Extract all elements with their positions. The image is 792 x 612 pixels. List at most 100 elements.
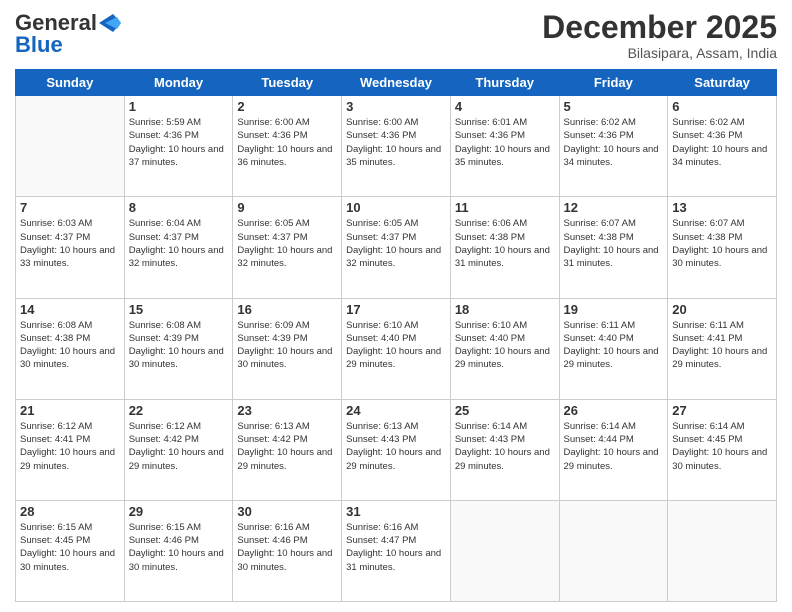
- day-info: Sunrise: 6:10 AM Sunset: 4:40 PM Dayligh…: [346, 319, 446, 372]
- day-number: 4: [455, 99, 555, 114]
- day-number: 5: [564, 99, 664, 114]
- day-number: 1: [129, 99, 229, 114]
- day-info: Sunrise: 6:12 AM Sunset: 4:42 PM Dayligh…: [129, 420, 229, 473]
- calendar-cell: 22Sunrise: 6:12 AM Sunset: 4:42 PM Dayli…: [124, 399, 233, 500]
- day-number: 16: [237, 302, 337, 317]
- day-number: 2: [237, 99, 337, 114]
- day-number: 19: [564, 302, 664, 317]
- calendar-cell: 30 Sunrise: 6:16 AM Sunset: 4:46 PM Dayli…: [233, 500, 342, 601]
- day-info: Sunrise: 6:07 AM Sunset: 4:38 PM Dayligh…: [564, 217, 664, 270]
- day-info: Sunrise: 6:15 AM Sunset: 4:45 PM Dayligh…: [20, 521, 120, 574]
- day-number: 10: [346, 200, 446, 215]
- title-section: December 2025 Bilasipara, Assam, India: [542, 10, 777, 61]
- calendar-day-header: Monday: [124, 70, 233, 96]
- calendar-cell: 3Sunrise: 6:00 AM Sunset: 4:36 PM Daylig…: [342, 96, 451, 197]
- day-info: Sunrise: 6:13 AM Sunset: 4:43 PM Dayligh…: [346, 420, 446, 473]
- day-info: Sunrise: 6:01 AM Sunset: 4:36 PM Dayligh…: [455, 116, 555, 169]
- calendar-cell: [668, 500, 777, 601]
- calendar-cell: 29 Sunrise: 6:15 AM Sunset: 4:46 PM Dayli…: [124, 500, 233, 601]
- day-number: 31: [346, 504, 446, 519]
- calendar-cell: 1 Sunrise: 5:59 AM Sunset: 4:36 PM Daylig…: [124, 96, 233, 197]
- day-info: Sunrise: 6:00 AM Sunset: 4:36 PM Dayligh…: [237, 116, 337, 169]
- calendar-cell: 17 Sunrise: 6:10 AM Sunset: 4:40 PM Dayli…: [342, 298, 451, 399]
- page: General Blue December 2025 Bilasipara, A…: [0, 0, 792, 612]
- calendar-cell: 21Sunrise: 6:12 AM Sunset: 4:41 PM Dayli…: [16, 399, 125, 500]
- day-number: 15: [129, 302, 229, 317]
- day-info: Sunrise: 6:00 AM Sunset: 4:36 PM Dayligh…: [346, 116, 446, 169]
- day-number: 9: [237, 200, 337, 215]
- calendar-cell: 23Sunrise: 6:13 AM Sunset: 4:42 PM Dayli…: [233, 399, 342, 500]
- calendar-cell: 18Sunrise: 6:10 AM Sunset: 4:40 PM Dayli…: [450, 298, 559, 399]
- day-number: 27: [672, 403, 772, 418]
- day-info: Sunrise: 6:14 AM Sunset: 4:44 PM Dayligh…: [564, 420, 664, 473]
- day-info: Sunrise: 6:03 AM Sunset: 4:37 PM Dayligh…: [20, 217, 120, 270]
- subtitle: Bilasipara, Assam, India: [542, 45, 777, 61]
- day-number: 23: [237, 403, 337, 418]
- calendar-cell: 20 Sunrise: 6:11 AM Sunset: 4:41 PM Dayli…: [668, 298, 777, 399]
- calendar-week-row: 14 Sunrise: 6:08 AM Sunset: 4:38 PM Dayli…: [16, 298, 777, 399]
- calendar-day-header: Tuesday: [233, 70, 342, 96]
- calendar-cell: 2 Sunrise: 6:00 AM Sunset: 4:36 PM Daylig…: [233, 96, 342, 197]
- calendar-cell: 24Sunrise: 6:13 AM Sunset: 4:43 PM Dayli…: [342, 399, 451, 500]
- calendar-cell: 14 Sunrise: 6:08 AM Sunset: 4:38 PM Dayli…: [16, 298, 125, 399]
- day-number: 20: [672, 302, 772, 317]
- day-number: 6: [672, 99, 772, 114]
- day-number: 21: [20, 403, 120, 418]
- calendar-day-header: Saturday: [668, 70, 777, 96]
- calendar-cell: 8 Sunrise: 6:04 AM Sunset: 4:37 PM Daylig…: [124, 197, 233, 298]
- day-number: 14: [20, 302, 120, 317]
- day-info: Sunrise: 6:08 AM Sunset: 4:38 PM Dayligh…: [20, 319, 120, 372]
- day-info: Sunrise: 5:59 AM Sunset: 4:36 PM Dayligh…: [129, 116, 229, 169]
- calendar-cell: 13Sunrise: 6:07 AM Sunset: 4:38 PM Dayli…: [668, 197, 777, 298]
- day-number: 7: [20, 200, 120, 215]
- calendar-cell: 9Sunrise: 6:05 AM Sunset: 4:37 PM Daylig…: [233, 197, 342, 298]
- calendar-cell: 10 Sunrise: 6:05 AM Sunset: 4:37 PM Dayli…: [342, 197, 451, 298]
- day-info: Sunrise: 6:16 AM Sunset: 4:46 PM Dayligh…: [237, 521, 337, 574]
- calendar-cell: 4 Sunrise: 6:01 AM Sunset: 4:36 PM Daylig…: [450, 96, 559, 197]
- calendar-cell: 15 Sunrise: 6:08 AM Sunset: 4:39 PM Dayli…: [124, 298, 233, 399]
- day-number: 30: [237, 504, 337, 519]
- day-number: 8: [129, 200, 229, 215]
- calendar-cell: 25 Sunrise: 6:14 AM Sunset: 4:43 PM Dayli…: [450, 399, 559, 500]
- day-number: 26: [564, 403, 664, 418]
- day-info: Sunrise: 6:11 AM Sunset: 4:40 PM Dayligh…: [564, 319, 664, 372]
- day-info: Sunrise: 6:04 AM Sunset: 4:37 PM Dayligh…: [129, 217, 229, 270]
- day-info: Sunrise: 6:05 AM Sunset: 4:37 PM Dayligh…: [346, 217, 446, 270]
- day-number: 25: [455, 403, 555, 418]
- calendar-cell: 5 Sunrise: 6:02 AM Sunset: 4:36 PM Daylig…: [559, 96, 668, 197]
- main-title: December 2025: [542, 10, 777, 45]
- day-info: Sunrise: 6:16 AM Sunset: 4:47 PM Dayligh…: [346, 521, 446, 574]
- day-info: Sunrise: 6:08 AM Sunset: 4:39 PM Dayligh…: [129, 319, 229, 372]
- day-number: 17: [346, 302, 446, 317]
- calendar-header-row: SundayMondayTuesdayWednesdayThursdayFrid…: [16, 70, 777, 96]
- calendar-table: SundayMondayTuesdayWednesdayThursdayFrid…: [15, 69, 777, 602]
- calendar-cell: 11Sunrise: 6:06 AM Sunset: 4:38 PM Dayli…: [450, 197, 559, 298]
- calendar-cell: 27 Sunrise: 6:14 AM Sunset: 4:45 PM Dayli…: [668, 399, 777, 500]
- calendar-cell: 28Sunrise: 6:15 AM Sunset: 4:45 PM Dayli…: [16, 500, 125, 601]
- day-info: Sunrise: 6:14 AM Sunset: 4:45 PM Dayligh…: [672, 420, 772, 473]
- day-info: Sunrise: 6:14 AM Sunset: 4:43 PM Dayligh…: [455, 420, 555, 473]
- calendar-cell: 31 Sunrise: 6:16 AM Sunset: 4:47 PM Dayli…: [342, 500, 451, 601]
- calendar-day-header: Sunday: [16, 70, 125, 96]
- calendar-cell: 7 Sunrise: 6:03 AM Sunset: 4:37 PM Daylig…: [16, 197, 125, 298]
- calendar-cell: [16, 96, 125, 197]
- calendar-cell: [559, 500, 668, 601]
- calendar-cell: 19 Sunrise: 6:11 AM Sunset: 4:40 PM Dayli…: [559, 298, 668, 399]
- calendar-cell: 6 Sunrise: 6:02 AM Sunset: 4:36 PM Daylig…: [668, 96, 777, 197]
- day-info: Sunrise: 6:09 AM Sunset: 4:39 PM Dayligh…: [237, 319, 337, 372]
- calendar-day-header: Wednesday: [342, 70, 451, 96]
- day-info: Sunrise: 6:02 AM Sunset: 4:36 PM Dayligh…: [564, 116, 664, 169]
- calendar-cell: 26 Sunrise: 6:14 AM Sunset: 4:44 PM Dayli…: [559, 399, 668, 500]
- day-number: 18: [455, 302, 555, 317]
- day-number: 29: [129, 504, 229, 519]
- logo-blue: Blue: [15, 32, 63, 58]
- calendar-cell: 12Sunrise: 6:07 AM Sunset: 4:38 PM Dayli…: [559, 197, 668, 298]
- day-info: Sunrise: 6:15 AM Sunset: 4:46 PM Dayligh…: [129, 521, 229, 574]
- day-info: Sunrise: 6:02 AM Sunset: 4:36 PM Dayligh…: [672, 116, 772, 169]
- day-number: 11: [455, 200, 555, 215]
- day-info: Sunrise: 6:07 AM Sunset: 4:38 PM Dayligh…: [672, 217, 772, 270]
- calendar-week-row: 7 Sunrise: 6:03 AM Sunset: 4:37 PM Daylig…: [16, 197, 777, 298]
- day-info: Sunrise: 6:11 AM Sunset: 4:41 PM Dayligh…: [672, 319, 772, 372]
- calendar-cell: 16 Sunrise: 6:09 AM Sunset: 4:39 PM Dayli…: [233, 298, 342, 399]
- calendar-week-row: 1 Sunrise: 5:59 AM Sunset: 4:36 PM Daylig…: [16, 96, 777, 197]
